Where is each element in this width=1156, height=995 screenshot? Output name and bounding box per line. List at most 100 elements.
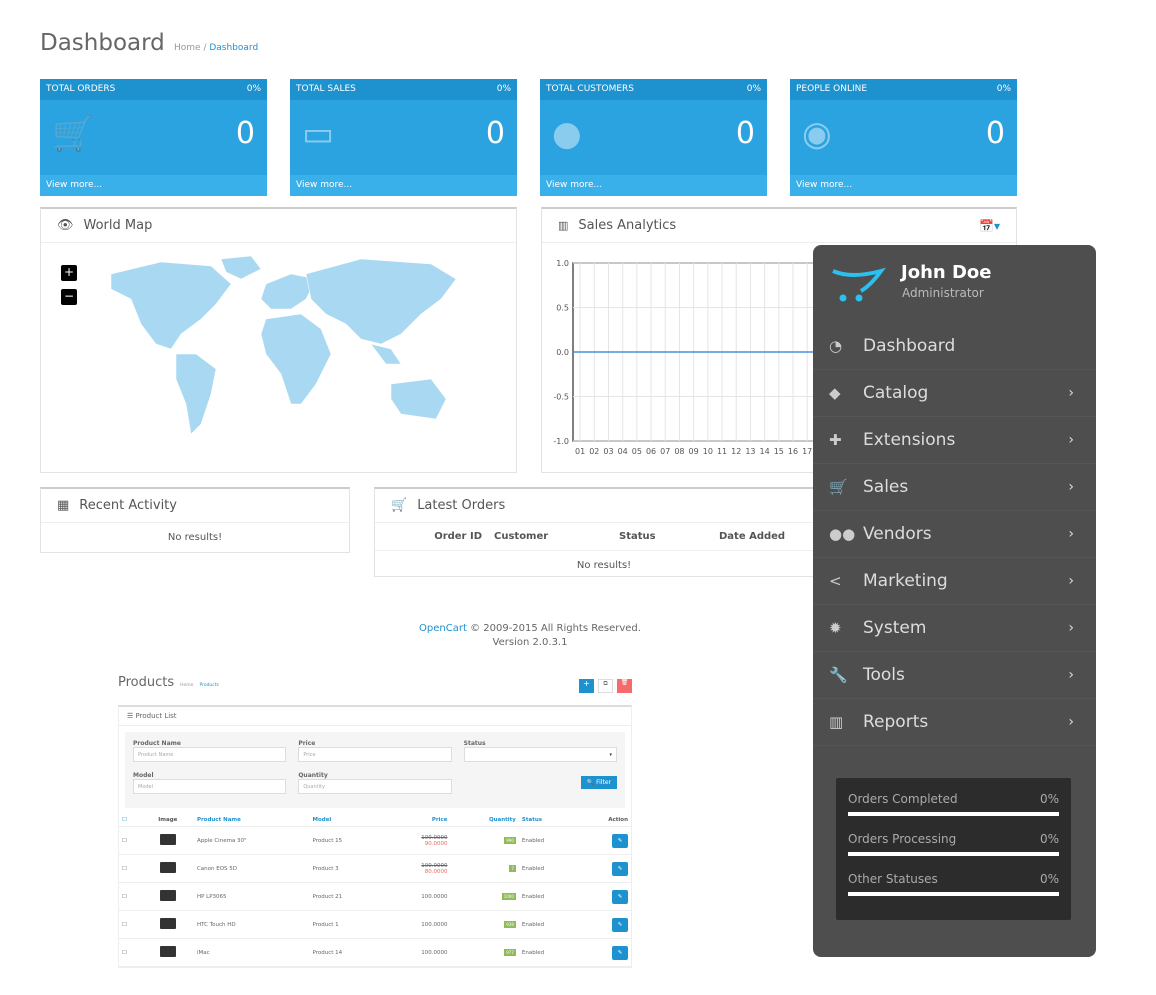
panel-title: Sales Analytics xyxy=(578,218,677,233)
x-tick-label: 03 xyxy=(603,447,613,456)
panel-title: World Map xyxy=(83,218,153,233)
world-map-panel: 👁 World Map + − xyxy=(40,207,517,473)
row-checkbox[interactable]: ☐ xyxy=(119,826,142,855)
y-tick-label: 0.5 xyxy=(556,304,569,313)
col-price[interactable]: Price xyxy=(383,814,451,827)
sidebar-item-sales[interactable]: 🛒 Sales › xyxy=(813,464,1096,511)
product-status: Enabled xyxy=(518,938,578,967)
row-checkbox[interactable]: ☐ xyxy=(119,882,142,911)
col-image: Image xyxy=(141,814,194,827)
chevron-right-icon: › xyxy=(1068,479,1074,495)
quantity-badge: 7 xyxy=(509,864,516,872)
add-button[interactable]: + xyxy=(579,679,594,693)
breadcrumb-home[interactable]: Home xyxy=(174,43,201,53)
breadcrumb-home[interactable]: Home xyxy=(180,683,193,688)
sidebar-item-label: Vendors xyxy=(863,524,932,544)
eye-icon: ◉ xyxy=(802,114,832,154)
edit-button[interactable]: ✎ xyxy=(612,833,628,848)
y-tick-label: -1.0 xyxy=(553,437,569,446)
product-image xyxy=(141,910,194,939)
edit-button[interactable]: ✎ xyxy=(612,889,628,904)
col-customer: Customer xyxy=(494,531,549,542)
table-row: ☐ HTC Touch HD Product 1 100.0000 939 Ena… xyxy=(119,910,631,939)
products-screenshot: Products Home Products + ⧉ 🗑 ☰ Product L… xyxy=(118,675,632,968)
product-price: 100.0000 90.0000 xyxy=(383,826,451,855)
y-tick-label: -0.5 xyxy=(553,393,569,402)
users-icon: ●● xyxy=(829,525,856,543)
price-input[interactable]: Price xyxy=(298,747,452,762)
edit-button[interactable]: ✎ xyxy=(612,917,628,932)
x-tick-label: 05 xyxy=(632,447,642,456)
col-order-id: Order ID xyxy=(434,531,482,542)
cart-icon: 🛒 xyxy=(391,498,408,513)
view-more-link[interactable]: View more... xyxy=(540,175,767,196)
stat-value: 0% xyxy=(1039,792,1059,806)
label: Status xyxy=(463,740,486,747)
filter-button[interactable]: 🔍 Filter xyxy=(580,776,617,789)
table-row: ☐ iMac Product 14 100.0000 977 Enabled ✎ xyxy=(119,938,631,967)
product-name: iMac xyxy=(193,938,310,967)
panel-title: Product List xyxy=(135,712,177,720)
chevron-right-icon: › xyxy=(1068,385,1074,401)
list-icon: ☰ xyxy=(127,712,136,720)
calendar-dropdown-icon[interactable]: 📅▾ xyxy=(979,219,1000,233)
cart-icon: 🛒 xyxy=(829,478,848,496)
view-more-link[interactable]: View more... xyxy=(790,175,1017,196)
status-select[interactable]: ▾ xyxy=(463,747,617,762)
opencart-link[interactable]: OpenCart xyxy=(419,623,467,634)
copy-button[interactable]: ⧉ xyxy=(598,679,613,693)
x-tick-label: 11 xyxy=(717,447,727,456)
product-status: Enabled xyxy=(518,854,578,883)
product-table: ☐ Image Product Name Model Price Quantity Stat… xyxy=(119,814,631,967)
wrench-icon: 🔧 xyxy=(829,666,848,684)
sidebar-item-extensions[interactable]: ✚ Extensions › xyxy=(813,417,1096,464)
label: Model xyxy=(133,772,154,779)
select-all-checkbox[interactable]: ☐ xyxy=(119,814,142,827)
col-model[interactable]: Model xyxy=(309,814,384,827)
breadcrumb-products[interactable]: Products xyxy=(199,683,218,688)
sidebar-item-reports[interactable]: ▥ Reports › xyxy=(813,699,1096,746)
tile-total-sales: TOTAL SALES 0% ▭ 0 View more... xyxy=(290,79,517,196)
empty-message: No results! xyxy=(167,532,223,543)
sidebar-item-dashboard[interactable]: ◔ Dashboard xyxy=(813,323,1096,370)
user-role: Administrator xyxy=(902,286,984,300)
table-row: ☐ Apple Cinema 30" Product 15 100.0000 90.… xyxy=(119,826,631,855)
zoom-in-button[interactable]: + xyxy=(61,265,77,281)
product-model: Product 3 xyxy=(309,854,384,883)
sidebar-item-catalog[interactable]: ◆ Catalog › xyxy=(813,370,1096,417)
sidebar-item-label: Reports xyxy=(863,712,929,732)
col-product-name[interactable]: Product Name xyxy=(193,814,310,827)
col-quantity[interactable]: Quantity xyxy=(450,814,519,827)
sidebar-item-vendors[interactable]: ●● Vendors › xyxy=(813,511,1096,558)
tile-value: 0 xyxy=(235,116,255,151)
sidebar-item-tools[interactable]: 🔧 Tools › xyxy=(813,652,1096,699)
row-checkbox[interactable]: ☐ xyxy=(119,910,142,939)
table-row: ☐ Canon EOS 5D Product 3 100.0000 80.0000 … xyxy=(119,854,631,883)
breadcrumb-dashboard[interactable]: Dashboard xyxy=(209,43,258,53)
bar-chart-icon: ▥ xyxy=(829,713,844,731)
col-status[interactable]: Status xyxy=(518,814,578,827)
panel-title: Recent Activity xyxy=(79,498,177,513)
sidebar-item-system[interactable]: ✹ System › xyxy=(813,605,1096,652)
product-name-input[interactable]: Product Name xyxy=(133,747,287,762)
tile-label: TOTAL CUSTOMERS xyxy=(546,84,634,94)
quantity-input[interactable]: Quantity xyxy=(298,779,452,794)
world-map[interactable] xyxy=(101,254,461,464)
model-input[interactable]: Model xyxy=(133,779,287,794)
quantity-badge: 939 xyxy=(504,920,516,928)
sidebar-item-label: Tools xyxy=(863,665,905,685)
row-checkbox[interactable]: ☐ xyxy=(119,938,142,967)
product-model: Product 1 xyxy=(309,910,384,939)
version: Version 2.0.3.1 xyxy=(492,637,568,648)
product-image xyxy=(141,854,194,883)
sidebar-item-marketing[interactable]: < Marketing › xyxy=(813,558,1096,605)
edit-button[interactable]: ✎ xyxy=(612,861,628,876)
view-more-link[interactable]: View more... xyxy=(290,175,517,196)
row-checkbox[interactable]: ☐ xyxy=(119,854,142,883)
edit-button[interactable]: ✎ xyxy=(612,945,628,960)
tile-label: PEOPLE ONLINE xyxy=(796,84,868,94)
zoom-out-button[interactable]: − xyxy=(61,289,77,305)
y-tick-label: 0.0 xyxy=(556,348,569,357)
delete-button[interactable]: 🗑 xyxy=(617,679,632,693)
view-more-link[interactable]: View more... xyxy=(40,175,267,196)
